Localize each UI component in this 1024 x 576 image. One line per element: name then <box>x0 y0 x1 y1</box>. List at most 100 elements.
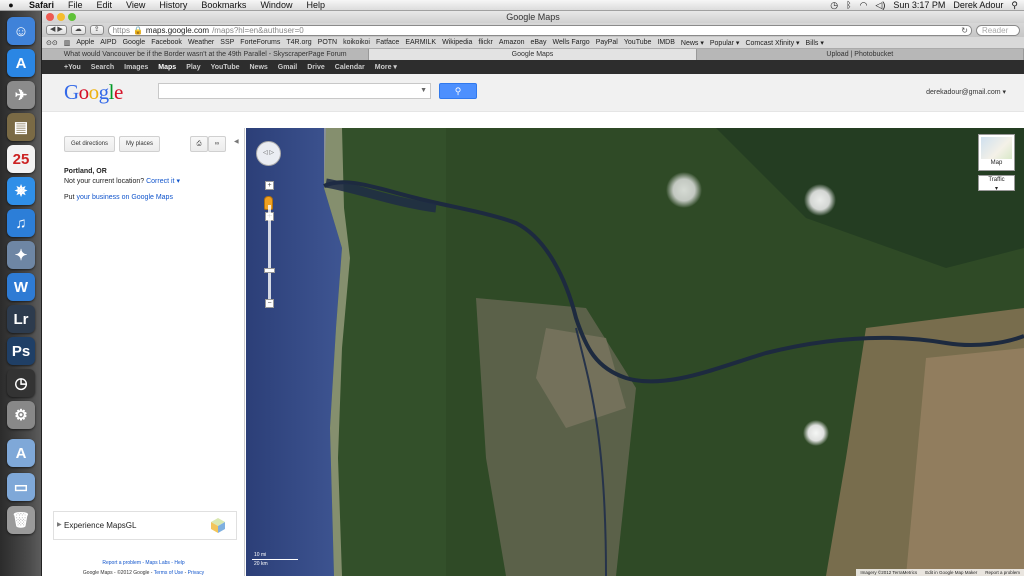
account-menu[interactable]: derekadour@gmail.com ▾ <box>926 88 1006 96</box>
pan-control[interactable]: ◁ ▷ <box>256 141 281 166</box>
time-machine-icon[interactable]: ◷ <box>7 369 35 397</box>
map-report-problem-link[interactable]: Report a problem <box>985 570 1020 575</box>
bookmark-item[interactable]: POTN <box>318 39 337 46</box>
browser-tab[interactable]: Upload | Photobucket <box>697 49 1024 60</box>
gbar-item[interactable]: Play <box>186 64 200 71</box>
menu-help[interactable]: Help <box>299 0 332 11</box>
lightroom-icon[interactable]: Lr <box>7 305 35 333</box>
bookmark-item[interactable]: EARMILK <box>405 39 436 46</box>
zoom-window-icon[interactable] <box>68 13 76 21</box>
documents-folder-icon[interactable]: ▭ <box>7 473 35 501</box>
trash-icon[interactable]: 🗑 <box>7 506 35 534</box>
gbar-item[interactable]: Gmail <box>278 64 297 71</box>
bookmark-item[interactable]: koikoikoi <box>343 39 370 46</box>
bookmark-item[interactable]: YouTube <box>624 39 652 46</box>
volume-status-icon[interactable]: ◁) <box>875 0 885 11</box>
bluetooth-status-icon[interactable]: ᛒ <box>846 0 851 10</box>
bookmark-item[interactable]: Google <box>123 39 146 46</box>
bookmark-item[interactable]: T4R.org <box>286 39 311 46</box>
show-all-bookmarks-icon[interactable]: ▥ <box>64 39 71 47</box>
link-icon[interactable]: ∞ <box>208 136 226 152</box>
spotlight-icon[interactable]: ⚲ <box>1011 0 1018 11</box>
menu-window[interactable]: Window <box>253 0 299 11</box>
print-icon[interactable]: ⎙ <box>190 136 208 152</box>
search-button[interactable]: ⚲ <box>439 83 477 99</box>
folder-stack-icon[interactable]: ▤ <box>7 113 35 141</box>
gbar-item[interactable]: YouTube <box>211 64 240 71</box>
get-directions-button[interactable]: Get directions <box>64 136 116 152</box>
zoom-slider-handle[interactable] <box>264 268 275 273</box>
applications-folder-icon[interactable]: A <box>7 439 35 467</box>
bookmark-item[interactable]: flickr <box>478 39 492 46</box>
reader-button[interactable]: Reader <box>976 24 1020 36</box>
finder-icon[interactable]: ☺ <box>7 17 35 45</box>
address-bar[interactable]: https 🔒 maps.google.com /maps?hl=en&auth… <box>107 24 972 36</box>
bookmark-item[interactable]: PayPal <box>596 39 618 46</box>
bookmark-item[interactable]: AIPD <box>100 39 116 46</box>
menu-view[interactable]: View <box>119 0 152 11</box>
zoom-in-button[interactable]: + <box>265 181 274 190</box>
bookmark-item[interactable]: ForteForums <box>240 39 280 46</box>
menu-bookmarks[interactable]: Bookmarks <box>194 0 253 11</box>
bookmark-item[interactable]: Amazon <box>499 39 525 46</box>
correct-it-link[interactable]: Correct it ▾ <box>146 178 180 185</box>
gbar-item[interactable]: More ▾ <box>375 63 397 71</box>
itunes-icon[interactable]: ♫ <box>7 209 35 237</box>
collapse-panel-icon[interactable]: ◀ <box>234 138 239 145</box>
panel-footer-links[interactable]: Report a problem - Maps Labs - Help <box>42 560 245 566</box>
satellite-map[interactable]: ◁ ▷ + + − Map Traffic ▾ 10 mi 20 km Imag… <box>246 128 1024 576</box>
menubar-user[interactable]: Derek Adour <box>953 0 1003 10</box>
safari-icon[interactable]: ✵ <box>7 177 35 205</box>
bookmark-item[interactable]: eBay <box>531 39 547 46</box>
terms-link[interactable]: Terms of Use <box>154 570 183 576</box>
launchpad-icon[interactable]: ✈ <box>7 81 35 109</box>
browser-tab[interactable]: Google Maps <box>369 49 697 60</box>
bookmark-item[interactable]: Popular ▾ <box>710 39 740 47</box>
business-link[interactable]: your business on Google Maps <box>76 194 173 201</box>
search-dropdown-icon[interactable]: ▼ <box>420 87 427 94</box>
preview-icon[interactable]: ✦ <box>7 241 35 269</box>
apple-menu-icon[interactable]: ● <box>0 0 22 10</box>
menu-edit[interactable]: Edit <box>90 0 120 11</box>
bookmark-item[interactable]: Weather <box>188 39 214 46</box>
traffic-button[interactable]: Traffic ▾ <box>978 175 1015 192</box>
zoom-slider-track[interactable] <box>268 205 271 306</box>
share-icon[interactable]: ⇪ <box>89 25 104 35</box>
bookmark-item[interactable]: News ▾ <box>681 39 704 47</box>
gbar-item[interactable]: Drive <box>307 64 325 71</box>
edit-map-maker-link[interactable]: Edit in Google Map Maker <box>925 570 977 575</box>
gbar-item[interactable]: Search <box>91 64 114 71</box>
maps-search-input[interactable]: ▼ <box>158 83 431 99</box>
menu-file[interactable]: File <box>61 0 90 11</box>
bookmark-item[interactable]: Bills ▾ <box>806 39 824 47</box>
gbar-item[interactable]: Maps <box>158 64 176 71</box>
browser-tab[interactable]: What would Vancouver be if the Border wa… <box>42 49 370 60</box>
bookmark-item[interactable]: Wells Fargo <box>552 39 589 46</box>
bookmark-item[interactable]: Fatface <box>376 39 399 46</box>
gbar-item[interactable]: News <box>250 64 268 71</box>
app-store-icon[interactable]: A <box>7 49 35 77</box>
zoom-out-button[interactable]: − <box>265 299 274 308</box>
bookmark-item[interactable]: Apple <box>76 39 94 46</box>
menu-history[interactable]: History <box>152 0 194 11</box>
google-logo[interactable]: Google <box>64 80 123 105</box>
photoshop-icon[interactable]: Ps <box>7 337 35 365</box>
bookmark-item[interactable]: Wikipedia <box>442 39 472 46</box>
icloud-tabs-icon[interactable]: ☁ <box>70 25 86 35</box>
bookmark-item[interactable]: Comcast Xfinity ▾ <box>745 39 799 47</box>
gbar-item[interactable]: +You <box>64 64 81 71</box>
menu-safari[interactable]: Safari <box>22 0 61 11</box>
bookmark-item[interactable]: IMDB <box>657 39 675 46</box>
back-forward-button[interactable]: ◀ ▶ <box>46 25 67 35</box>
bookmark-item[interactable]: SSP <box>220 39 234 46</box>
wifi-status-icon[interactable]: ◠ <box>860 0 868 11</box>
bookmark-item[interactable]: Facebook <box>151 39 182 46</box>
gbar-item[interactable]: Calendar <box>335 64 365 71</box>
menubar-clock[interactable]: Sun 3:17 PM <box>893 0 945 10</box>
gbar-item[interactable]: Images <box>124 64 148 71</box>
close-window-icon[interactable] <box>46 13 54 21</box>
reload-icon[interactable]: ↻ <box>961 26 968 35</box>
word-icon[interactable]: W <box>7 273 35 301</box>
map-type-button[interactable]: Map <box>978 134 1015 171</box>
system-preferences-icon[interactable]: ⚙ <box>7 401 35 429</box>
